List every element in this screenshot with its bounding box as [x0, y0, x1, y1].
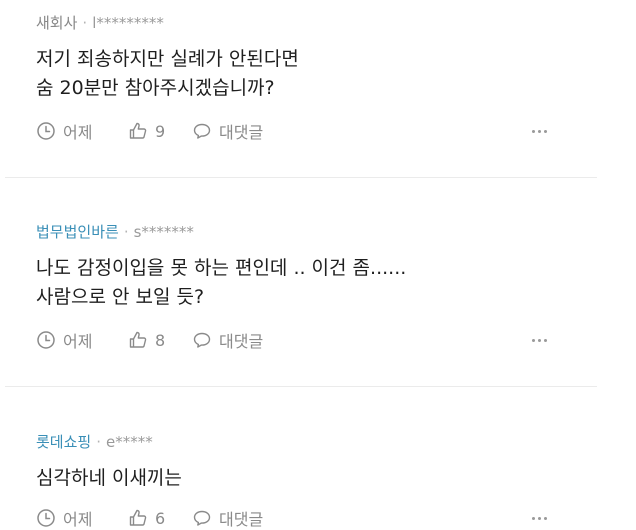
comment-meta: 법무법인바른 · s*******: [36, 222, 194, 242]
company-name[interactable]: 법무법인바른: [36, 223, 119, 241]
more-horizontal-icon: [531, 516, 535, 520]
speech-bubble-icon: [193, 332, 211, 348]
reply-label: 대댓글: [219, 510, 264, 529]
like-count: 8: [155, 330, 166, 350]
meta-separator: ·: [123, 223, 129, 241]
timestamp-label: 어제: [63, 332, 93, 351]
divider: [5, 386, 597, 387]
timestamp: 어제: [36, 119, 128, 143]
user-id: s*******: [133, 223, 194, 241]
more-options-button[interactable]: [529, 506, 549, 530]
timestamp: 어제: [36, 328, 128, 352]
like-button[interactable]: 6: [128, 508, 192, 528]
reply-button[interactable]: 대댓글: [192, 119, 263, 143]
clock-icon: [37, 331, 55, 349]
like-count: 9: [155, 121, 166, 141]
meta-separator: ·: [82, 14, 88, 32]
thumbs-up-icon: [129, 331, 147, 348]
reply-label: 대댓글: [219, 123, 264, 142]
comment-text: 나도 감정이입을 못 하는 편인데 .. 이건 좀...... 사람으로 안 보…: [36, 257, 407, 308]
speech-bubble-icon: [193, 123, 211, 139]
reply-button[interactable]: 대댓글: [192, 328, 263, 352]
company-name[interactable]: 롯데쇼핑: [36, 433, 91, 451]
comment-actions: 어제 9 대댓글: [36, 119, 263, 143]
user-id: l*********: [92, 14, 164, 32]
thumbs-up-icon: [129, 122, 147, 139]
thumbs-up-icon: [129, 509, 147, 526]
like-button[interactable]: 8: [128, 330, 192, 350]
like-count: 6: [155, 508, 166, 528]
timestamp-label: 어제: [63, 123, 93, 142]
more-options-button[interactable]: [529, 119, 549, 143]
like-button[interactable]: 9: [128, 121, 192, 141]
reply-button[interactable]: 대댓글: [192, 506, 263, 530]
timestamp: 어제: [36, 506, 128, 530]
meta-separator: ·: [96, 433, 101, 451]
more-horizontal-icon: [531, 338, 535, 342]
comment-actions: 어제 8 대댓글: [36, 328, 263, 352]
user-id: e*****: [105, 433, 153, 451]
reply-label: 대댓글: [219, 332, 264, 351]
comment-text: 저기 죄송하지만 실례가 안된다면 숨 20분만 참아주시겠습니까?: [36, 48, 299, 99]
clock-icon: [37, 122, 55, 140]
divider: [5, 177, 597, 178]
company-name[interactable]: 새회사: [36, 14, 77, 32]
speech-bubble-icon: [193, 510, 211, 526]
more-options-button[interactable]: [529, 328, 549, 352]
comment-meta: 새회사 · l*********: [36, 13, 164, 33]
comment-actions: 어제 6 대댓글: [36, 506, 263, 530]
timestamp-label: 어제: [63, 510, 93, 529]
more-horizontal-icon: [531, 129, 535, 133]
comment-meta: 롯데쇼핑 · e*****: [36, 432, 153, 452]
clock-icon: [37, 509, 55, 527]
comment-text: 심각하네 이새끼는: [36, 467, 182, 489]
